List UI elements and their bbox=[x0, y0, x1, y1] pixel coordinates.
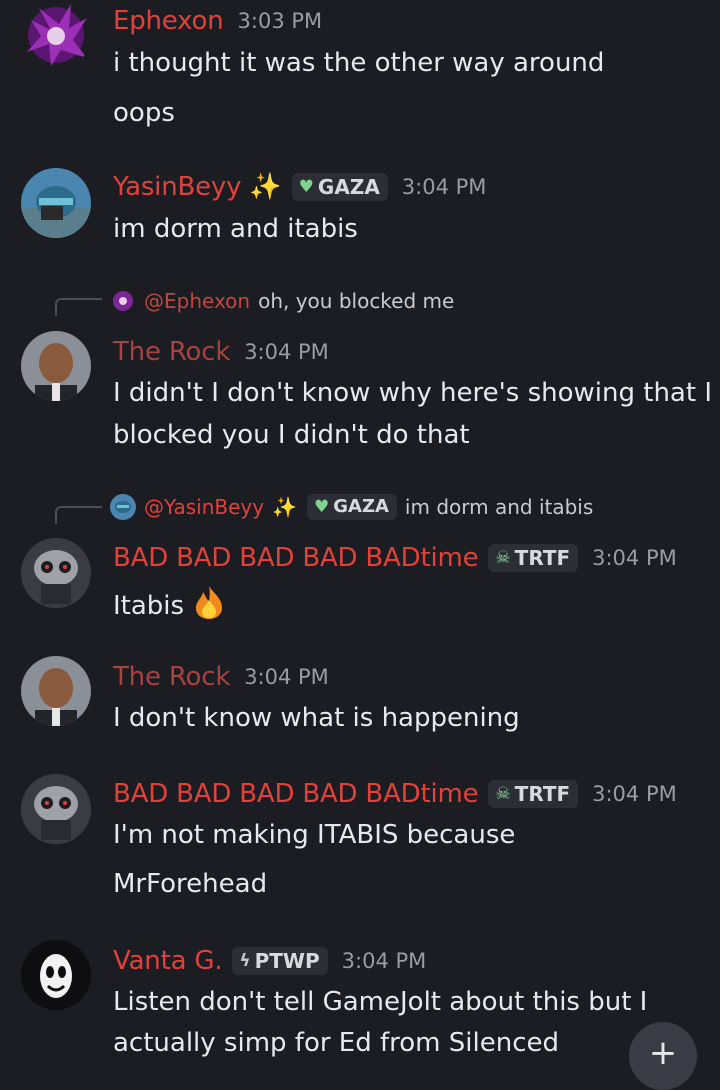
skull-icon: ☠ bbox=[495, 547, 511, 568]
role-tag-label: TRTF bbox=[514, 781, 571, 806]
reply-connector bbox=[55, 298, 102, 316]
timestamp: 3:04 PM bbox=[244, 665, 329, 689]
message-text: Itabis bbox=[113, 590, 185, 621]
reply-avatar bbox=[110, 494, 136, 520]
sparkle-icon: ✨ bbox=[272, 495, 297, 519]
avatar[interactable] bbox=[21, 0, 91, 70]
timestamp: 3:04 PM bbox=[341, 949, 427, 973]
message-header: The Rock 3:04 PM bbox=[113, 662, 329, 692]
timestamp: 3:04 PM bbox=[592, 546, 677, 570]
timestamp: 3:04 PM bbox=[244, 340, 329, 364]
author-name[interactable]: Vanta G. bbox=[113, 946, 223, 976]
message-text: blocked you I didn't do that bbox=[113, 420, 470, 450]
author-name[interactable]: The Rock bbox=[113, 337, 230, 367]
role-tag[interactable]: ♥ GAZA bbox=[306, 494, 397, 520]
author-name[interactable]: The Rock bbox=[113, 662, 230, 692]
reply-connector bbox=[55, 506, 102, 524]
author-name[interactable]: BAD BAD BAD BAD BADtime bbox=[113, 779, 479, 809]
reply-avatar bbox=[110, 288, 136, 314]
role-tag[interactable]: ♥ GAZA bbox=[291, 173, 388, 201]
author-name[interactable]: Ephexon bbox=[113, 6, 224, 36]
role-tag-label: TRTF bbox=[514, 545, 571, 570]
reply-preview[interactable]: @YasinBeyy ✨ ♥ GAZA im dorm and itabis bbox=[110, 494, 593, 520]
message-text: MrForehead bbox=[113, 869, 268, 899]
message-header: Vanta G. ϟ PTWP 3:04 PM bbox=[113, 946, 426, 976]
avatar[interactable] bbox=[21, 168, 91, 238]
role-tag-label: GAZA bbox=[317, 174, 380, 199]
timestamp: 3:04 PM bbox=[401, 175, 487, 199]
avatar[interactable] bbox=[21, 774, 91, 844]
author-name[interactable]: BAD BAD BAD BAD BADtime bbox=[113, 543, 479, 573]
message-text: I'm not making ITABIS because bbox=[113, 820, 516, 850]
message-text: Listen don't tell GameJolt about this bu… bbox=[113, 987, 648, 1017]
message-header: The Rock 3:04 PM bbox=[113, 337, 329, 367]
reply-mention[interactable]: @YasinBeyy bbox=[144, 495, 264, 519]
author-name[interactable]: YasinBeyy bbox=[113, 172, 241, 202]
message-text: actually simp for Ed from Silenced bbox=[113, 1028, 559, 1058]
reply-text: im dorm and itabis bbox=[404, 495, 594, 519]
lightning-icon: ϟ bbox=[239, 950, 251, 971]
message-header: Ephexon 3:03 PM bbox=[113, 6, 322, 36]
message-text: im dorm and itabis bbox=[113, 214, 358, 244]
timestamp: 3:03 PM bbox=[237, 9, 323, 33]
message-text: i thought it was the other way around bbox=[113, 48, 605, 78]
role-tag-label: GAZA bbox=[333, 496, 389, 517]
message-text-row: Itabis bbox=[113, 584, 226, 627]
green-heart-icon: ♥ bbox=[313, 496, 330, 517]
role-tag[interactable]: ϟ PTWP bbox=[232, 947, 328, 975]
message-text: I didn't I don't know why here's showing… bbox=[113, 378, 712, 408]
avatar[interactable] bbox=[21, 940, 91, 1010]
reply-text: oh, you blocked me bbox=[258, 289, 455, 313]
skull-icon: ☠ bbox=[495, 783, 511, 804]
avatar[interactable] bbox=[21, 538, 91, 608]
timestamp: 3:04 PM bbox=[592, 782, 677, 806]
role-tag[interactable]: ☠ TRTF bbox=[488, 544, 579, 572]
message-text: oops bbox=[113, 98, 175, 128]
green-heart-icon: ♥ bbox=[298, 176, 314, 197]
role-tag-label: PTWP bbox=[254, 948, 320, 973]
message-header: YasinBeyy ✨ ♥ GAZA 3:04 PM bbox=[113, 172, 486, 202]
reply-mention[interactable]: @Ephexon bbox=[144, 289, 250, 313]
reply-preview[interactable]: @Ephexon oh, you blocked me bbox=[110, 288, 454, 314]
message-header: BAD BAD BAD BAD BADtime ☠ TRTF 3:04 PM bbox=[113, 779, 677, 809]
avatar[interactable] bbox=[21, 331, 91, 401]
message-header: BAD BAD BAD BAD BADtime ☠ TRTF 3:04 PM bbox=[113, 543, 677, 573]
avatar[interactable] bbox=[21, 656, 91, 726]
fire-icon bbox=[192, 584, 226, 627]
plus-icon[interactable]: + bbox=[629, 1022, 697, 1090]
sparkle-icon: ✨ bbox=[249, 172, 282, 202]
message-text: I don't know what is happening bbox=[113, 703, 520, 733]
role-tag[interactable]: ☠ TRTF bbox=[488, 780, 579, 808]
